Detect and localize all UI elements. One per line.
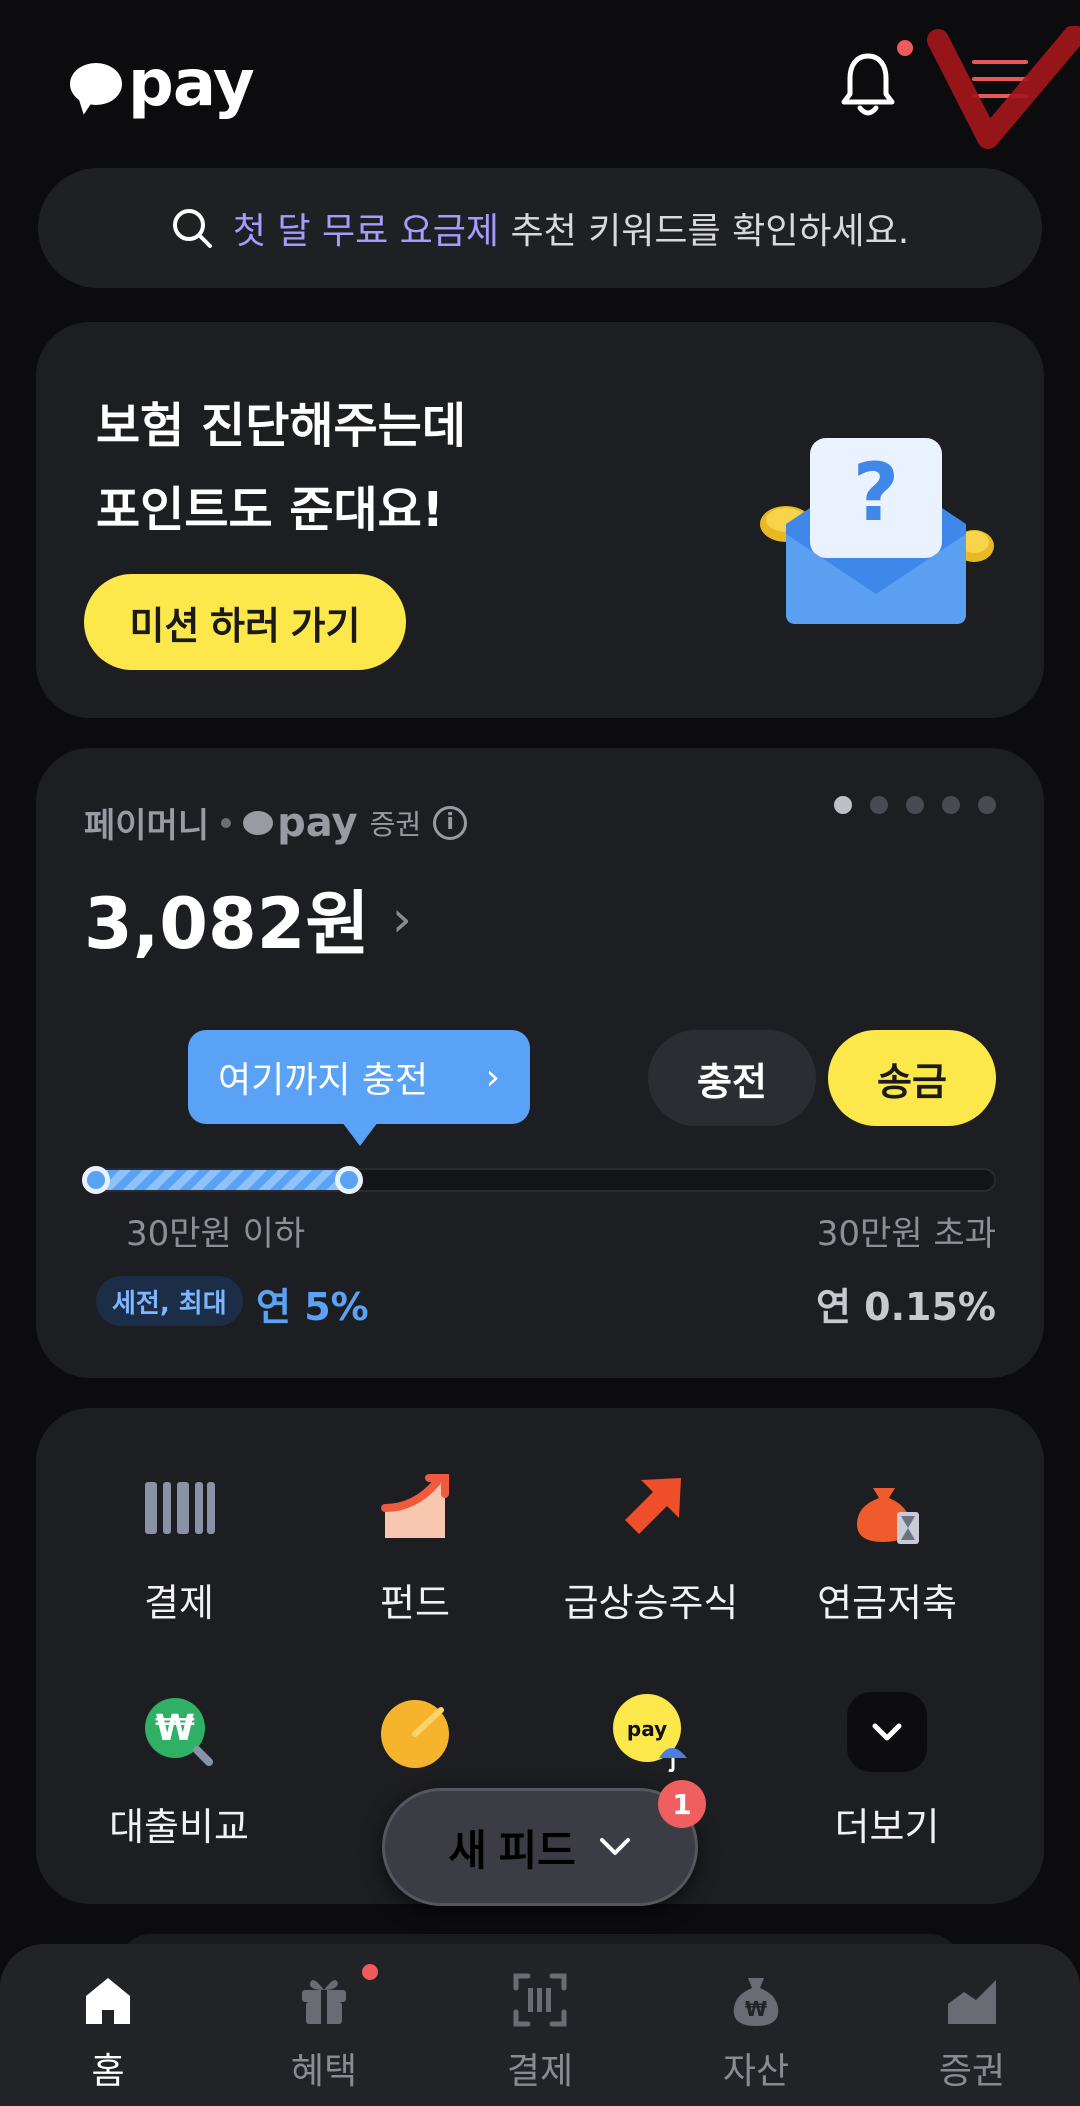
won-bag-icon: ₩ xyxy=(733,1978,779,2026)
nav-item-securities[interactable]: 증권 xyxy=(864,1944,1080,2106)
chevron-down-icon xyxy=(847,1692,927,1772)
nav-item-assets[interactable]: ₩ 자산 xyxy=(648,1944,864,2106)
bottom-nav: 홈 혜택 결제 ₩ 자산 증권 xyxy=(0,1944,1080,2106)
new-feed-button[interactable]: 새 피드 xyxy=(382,1788,698,1906)
pay-money-card[interactable]: 페이머니 pay 증권 i 3,082원 › 여기까지 충전 › 충전 송금 3… xyxy=(36,748,1044,1378)
pay-money-label: 페이머니 xyxy=(84,806,210,846)
feed-count-badge: 1 xyxy=(658,1780,706,1828)
scan-icon xyxy=(513,1973,567,2027)
menu-item-payment[interactable]: 결제 xyxy=(64,1468,294,1627)
progress-fill xyxy=(86,1170,350,1190)
bell-icon[interactable] xyxy=(840,50,896,120)
notification-dot xyxy=(897,40,913,56)
rising-arrow-icon xyxy=(625,1478,681,1534)
menu-item-rising-stocks[interactable]: 급상승주식 xyxy=(536,1468,766,1627)
kakaopay-logo: pay xyxy=(70,47,255,121)
page-dot xyxy=(942,796,960,814)
high-tier-rate: 연 0.15% xyxy=(815,1285,996,1329)
tooltip-label: 여기까지 충전 xyxy=(218,1060,429,1101)
balance-amount: 3,082원 xyxy=(84,883,370,965)
won-search-icon: ₩ xyxy=(145,1698,213,1766)
low-tier-label: 30만원 이하 xyxy=(126,1214,306,1254)
benefits-notification-dot xyxy=(362,1964,378,1980)
securities-label: 증권 xyxy=(369,807,422,841)
money-bag-hourglass-icon xyxy=(857,1488,919,1544)
send-button[interactable]: 송금 xyxy=(828,1030,996,1126)
nav-item-payment[interactable]: 결제 xyxy=(432,1944,648,2106)
menu-item-more[interactable]: 더보기 xyxy=(772,1692,1002,1851)
promo-card[interactable]: 보험 진단해주는데 포인트도 준대요! 미션 하러 가기 ? xyxy=(36,322,1044,718)
chevron-right-icon: › xyxy=(485,1056,500,1098)
search-bar[interactable]: 첫 달 무료 요금제 추천 키워드를 확인하세요. xyxy=(38,168,1042,288)
separator-dot xyxy=(221,817,232,828)
search-icon xyxy=(172,209,212,248)
menu-item-fund[interactable]: 펀드 xyxy=(300,1468,530,1627)
charge-progress-bar[interactable] xyxy=(82,1166,996,1194)
new-feed-label: 새 피드 xyxy=(448,1826,576,1874)
credit-gauge-icon xyxy=(381,1700,449,1768)
charge-up-to-tooltip[interactable]: 여기까지 충전 › xyxy=(188,1030,530,1146)
low-tier-rate: 연 5% xyxy=(256,1285,369,1329)
menu-icon[interactable] xyxy=(972,60,1028,108)
money-source-row: 페이머니 pay 증권 i xyxy=(84,798,468,847)
menu-item-loan-compare[interactable]: ₩ 대출비교 xyxy=(64,1692,294,1851)
mission-button[interactable]: 미션 하러 가기 xyxy=(84,574,406,670)
info-icon[interactable]: i xyxy=(433,805,468,840)
svg-text:₩: ₩ xyxy=(155,1708,195,1749)
envelope-question-icon: ? xyxy=(760,438,994,624)
fund-chart-icon xyxy=(381,1474,449,1538)
barcode-icon xyxy=(145,1482,215,1534)
home-icon xyxy=(86,1978,130,2024)
promo-headline: 보험 진단해주는데 포인트도 준대요! xyxy=(96,398,466,538)
page-indicator xyxy=(834,796,996,814)
stock-chart-icon xyxy=(948,1980,996,2024)
svg-text:₩: ₩ xyxy=(745,1997,767,2021)
page-dot xyxy=(906,796,924,814)
pay-label: pay xyxy=(243,800,358,846)
search-suffix: 추천 키워드를 확인하세요. xyxy=(510,211,910,252)
logo-text: pay xyxy=(128,47,255,121)
charge-button[interactable]: 충전 xyxy=(648,1030,816,1126)
page-dot xyxy=(978,796,996,814)
page-dot xyxy=(870,796,888,814)
balance-link[interactable]: 3,082원 › xyxy=(84,868,412,969)
speech-bubble-icon xyxy=(70,63,122,105)
speech-bubble-icon xyxy=(243,810,274,835)
nav-item-home[interactable]: 홈 xyxy=(0,1944,216,2106)
gift-icon xyxy=(302,1980,346,2024)
nav-item-benefits[interactable]: 혜택 xyxy=(216,1944,432,2106)
search-keyword: 첫 달 무료 요금제 xyxy=(232,211,500,252)
chevron-right-icon: › xyxy=(391,889,412,948)
pre-tax-badge: 세전, 최대 xyxy=(96,1276,243,1326)
svg-text:pay: pay xyxy=(627,1717,667,1741)
progress-start-knob xyxy=(82,1166,110,1194)
chevron-down-icon xyxy=(599,1838,630,1855)
page-dot xyxy=(834,796,852,814)
high-tier-label: 30만원 초과 xyxy=(816,1214,996,1254)
pay-umbrella-icon: pay xyxy=(613,1694,687,1772)
menu-item-pension[interactable]: 연금저축 xyxy=(772,1468,1002,1627)
svg-text:?: ? xyxy=(853,446,899,539)
progress-handle[interactable] xyxy=(335,1166,364,1194)
